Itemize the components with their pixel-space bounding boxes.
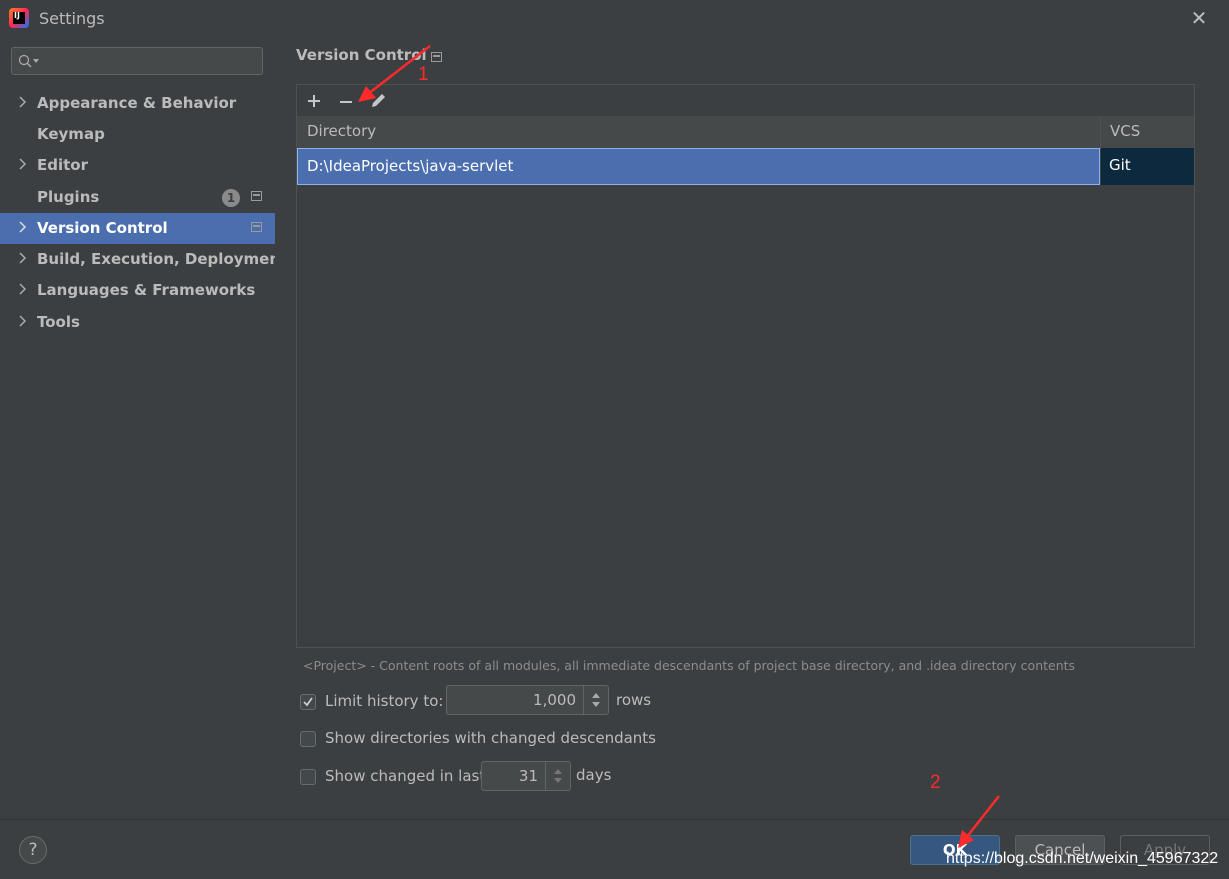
watermark-text: https://blog.csdn.net/weixin_45967322 [946,850,1219,867]
annotation-marker-2: 2 [930,772,941,793]
chevron-right-icon [19,283,27,295]
project-settings-icon [251,222,262,232]
column-header-directory[interactable]: Directory [307,122,376,140]
title-bar: IJ Settings ✕ [0,0,1229,36]
settings-sidebar: Appearance & Behavior Keymap Editor Plug… [0,36,287,819]
table-header: Directory VCS [297,116,1194,149]
sidebar-item-keymap[interactable]: Keymap [0,119,275,150]
sidebar-item-label: Languages & Frameworks [37,281,256,299]
limit-history-value: 1,000 [533,691,576,709]
column-header-vcs[interactable]: VCS [1110,122,1140,140]
add-mapping-button[interactable] [302,89,326,113]
mapping-hint-text: <Project> - Content roots of all modules… [303,658,1076,673]
vcs-cell[interactable]: Git [1101,148,1194,185]
project-settings-icon [431,52,442,62]
intellij-app-icon: IJ [9,8,29,28]
limit-history-label: Limit history to: [325,692,444,710]
page-title: Version Control [296,46,427,64]
sidebar-item-label: Tools [37,313,80,331]
sidebar-item-languages-frameworks[interactable]: Languages & Frameworks [0,275,275,306]
table-toolbar [297,85,1194,117]
app-icon-text: IJ [14,11,20,20]
plus-icon [308,95,320,107]
chevron-right-icon [19,96,27,108]
directory-value: D:\IdeaProjects\java-servlet [307,157,514,175]
table-row[interactable]: D:\IdeaProjects\java-servlet Git [297,148,1194,185]
close-icon[interactable]: ✕ [1187,6,1211,30]
plugins-update-badge: 1 [222,189,240,207]
show-changed-days-spinner[interactable]: 31 [481,761,571,791]
sidebar-item-label: Version Control [37,219,168,237]
limit-history-checkbox[interactable] [300,694,316,710]
sidebar-item-editor[interactable]: Editor [0,150,275,181]
remove-mapping-button[interactable] [334,89,358,113]
show-changed-checkbox[interactable] [300,769,316,785]
sidebar-item-label: Appearance & Behavior [37,94,237,112]
show-directories-checkbox[interactable] [300,731,316,747]
column-divider [1100,116,1101,148]
limit-history-spinner[interactable]: 1,000 [446,685,609,715]
search-icon [18,54,32,68]
chevron-right-icon [19,252,27,264]
sidebar-item-label: Editor [37,156,88,174]
chevron-right-icon [19,221,27,233]
directory-cell[interactable]: D:\IdeaProjects\java-servlet [297,148,1100,185]
sidebar-item-label: Plugins [37,188,100,206]
sidebar-item-version-control[interactable]: Version Control [0,213,275,244]
sidebar-item-appearance-behavior[interactable]: Appearance & Behavior [0,88,275,119]
minus-icon [340,101,352,103]
sidebar-item-tools[interactable]: Tools [0,307,275,338]
chevron-right-icon [19,158,27,170]
sidebar-item-build-execution-deployment[interactable]: Build, Execution, Deployment [0,244,287,275]
show-directories-label: Show directories with changed descendant… [325,729,656,747]
show-changed-label: Show changed in last [325,767,486,785]
spinner-arrows-icon[interactable] [583,686,608,714]
show-changed-unit: days [576,766,612,784]
settings-search-input[interactable] [11,47,263,75]
show-changed-days-value: 31 [518,767,538,785]
help-button[interactable]: ? [19,836,47,864]
edit-mapping-button[interactable] [366,89,390,113]
sidebar-item-label: Build, Execution, Deployment [37,250,288,268]
sidebar-item-plugins[interactable]: Plugins 1 [0,182,275,213]
pencil-icon [372,94,385,107]
annotation-marker-1: 1 [418,64,429,85]
window-title: Settings [39,9,105,28]
chevron-right-icon [19,315,27,327]
project-settings-icon [251,191,262,201]
settings-main-panel: Version Control Directory VCS D:\IdeaPro… [275,36,1229,819]
limit-history-unit: rows [616,691,652,709]
checkmark-icon [303,697,313,707]
vcs-mappings-table: Directory VCS D:\IdeaProjects\java-servl… [296,84,1195,648]
search-dropdown-icon [33,59,39,63]
spinner-arrows-icon[interactable] [545,762,570,790]
sidebar-item-label: Keymap [37,125,105,143]
vcs-value: Git [1109,156,1131,174]
dialog-footer: ? OK Cancel Apply [0,819,1229,879]
